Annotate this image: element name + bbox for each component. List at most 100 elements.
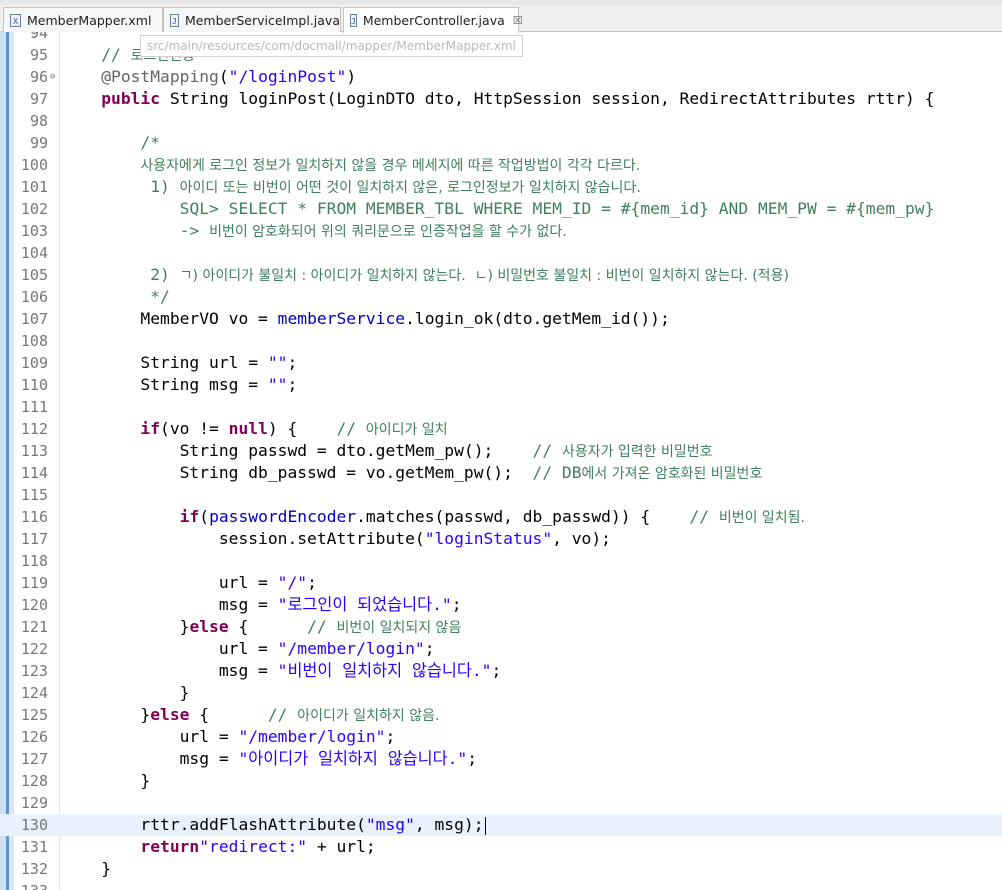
code-line[interactable]: 117 session.setAttribute("loginStatus", … — [0, 528, 1002, 550]
code-text: String url = ""; — [62, 352, 297, 374]
code-line[interactable]: 115 — [0, 484, 1002, 506]
line-number: 107 — [20, 310, 48, 328]
code-token: 2) — [150, 265, 180, 284]
code-token: ; — [424, 639, 435, 658]
code-line[interactable]: 127 msg = "아이디가 일치하지 않습니다."; — [0, 748, 1002, 770]
code-token: } — [62, 617, 190, 636]
code-line[interactable]: 132 } — [0, 858, 1002, 880]
code-line[interactable]: 121 }else { // 비번이 일치되지 않음 — [0, 616, 1002, 638]
code-token: ; — [467, 749, 478, 768]
close-tab-icon[interactable]: ☒ — [513, 14, 523, 27]
code-text: 2) ㄱ) 아이디가 불일치 : 아이디가 일치하지 않는다. ㄴ) 비밀번호 … — [62, 264, 789, 287]
code-line[interactable]: 110 String msg = ""; — [0, 374, 1002, 396]
code-token: memberService — [277, 309, 406, 328]
code-token: } — [62, 705, 151, 724]
code-line[interactable]: 103 -> 비번이 암호화되어 위의 쿼리문으로 인증작업을 할 수가 없다. — [0, 220, 1002, 242]
code-line[interactable]: 129 — [0, 792, 1002, 814]
code-token: } — [62, 859, 112, 878]
fold-toggle-icon[interactable]: ⊖ — [50, 66, 55, 88]
line-number: 94 — [29, 32, 48, 42]
code-line[interactable]: 114 String db_passwd = vo.getMem_pw(); /… — [0, 462, 1002, 484]
code-line[interactable]: 113 String passwd = dto.getMem_pw(); // … — [0, 440, 1002, 462]
code-token: { — [228, 617, 308, 636]
code-token: ㄱ) 아이디가 불일치 : 아이디가 일치하지 않는다. ㄴ) 비밀번호 불일치… — [179, 268, 789, 284]
code-text: MemberVO vo = memberService.login_ok(dto… — [62, 308, 669, 330]
code-token: String url = — [62, 353, 268, 372]
code-token: 에서 가져온 암호화된 비밀번호 — [581, 466, 763, 482]
code-line[interactable]: 124 } — [0, 682, 1002, 704]
code-line[interactable]: 97 public String loginPost(LoginDTO dto,… — [0, 88, 1002, 110]
code-line[interactable]: 131 return"redirect:" + url; — [0, 836, 1002, 858]
code-line[interactable]: 133 — [0, 880, 1002, 890]
tab-membermapper-xml[interactable]: X MemberMapper.xml — [3, 7, 163, 32]
code-token: return — [140, 837, 200, 856]
code-token: */ — [150, 287, 170, 306]
code-text: session.setAttribute("loginStatus", vo); — [62, 528, 611, 550]
code-token: msg = — [62, 661, 278, 680]
code-line[interactable]: 119 url = "/"; — [0, 572, 1002, 594]
code-token: { — [189, 705, 268, 724]
code-line[interactable]: 107 MemberVO vo = memberService.login_ok… — [0, 308, 1002, 330]
code-line[interactable]: 122 url = "/member/login"; — [0, 638, 1002, 660]
code-line[interactable]: 101 1) 아이디 또는 비번이 어떤 것이 일치하지 않은, 로그인정보가 … — [0, 176, 1002, 198]
code-text: String msg = ""; — [62, 374, 297, 396]
line-number: 122 — [20, 640, 48, 658]
code-editor[interactable]: 9495 // 로그인인증96⊖ @PostMapping("/loginPos… — [0, 32, 1002, 890]
code-token: "redirect:" — [199, 837, 308, 856]
code-token: SQL> SELECT * FROM MEMBER_TBL WHERE MEM_… — [179, 199, 935, 218]
code-token: "아이디가 일치하지 않습니다." — [238, 749, 468, 768]
code-line[interactable]: 112 if(vo != null) { // 아이디가 일치 — [0, 418, 1002, 440]
code-line[interactable]: 100 사용자에게 로그인 정보가 일치하지 않을 경우 메세지에 따른 작업방… — [0, 154, 1002, 176]
code-line[interactable]: 96 ⊖ @PostMapping("/loginPost") — [0, 66, 1002, 88]
line-number: 96 — [29, 68, 48, 86]
code-line[interactable]: 128 } — [0, 770, 1002, 792]
tab-membercontroller-java[interactable]: J MemberController.java ☒ — [343, 7, 523, 33]
code-line[interactable]: 123 msg = "비번이 일치하지 않습니다."; — [0, 660, 1002, 682]
code-token: "/member/login" — [238, 727, 386, 746]
code-line[interactable]: 116 if(passwordEncoder.matches(passwd, d… — [0, 506, 1002, 528]
code-line[interactable]: 111 — [0, 396, 1002, 418]
xml-file-icon: X — [10, 13, 21, 27]
code-line[interactable]: 108 — [0, 330, 1002, 352]
line-number: 128 — [20, 772, 48, 790]
code-line[interactable]: 126 url = "/member/login"; — [0, 726, 1002, 748]
line-number: 105 — [20, 266, 48, 284]
code-token: , vo); — [552, 529, 611, 548]
code-token: null — [228, 419, 268, 438]
code-text: SQL> SELECT * FROM MEMBER_TBL WHERE MEM_… — [62, 198, 935, 220]
code-line[interactable]: 130 rttr.addFlashAttribute("msg", msg); — [0, 814, 1002, 836]
code-token: public — [101, 89, 161, 108]
code-line[interactable]: 106 */ — [0, 286, 1002, 308]
code-token: // — [336, 419, 366, 438]
code-line[interactable]: 125 }else { // 아이디가 일치하지 않음. — [0, 704, 1002, 726]
code-token: url = — [62, 727, 239, 746]
code-token: // DB — [532, 463, 582, 482]
code-text: }else { // 아이디가 일치하지 않음. — [62, 704, 439, 727]
tab-memberserviceimpl-java[interactable]: J MemberServiceImpl.java — [163, 7, 341, 32]
code-token: rttr.addFlashAttribute( — [62, 815, 366, 834]
code-token: "loginStatus" — [424, 529, 553, 548]
line-number: 95 — [29, 46, 48, 64]
code-token: // — [689, 507, 719, 526]
code-token: ; — [287, 375, 298, 394]
code-line[interactable]: 98 — [0, 110, 1002, 132]
code-token: // — [307, 617, 337, 636]
code-line[interactable]: 118 — [0, 550, 1002, 572]
code-line[interactable]: 104 — [0, 242, 1002, 264]
code-text: } — [62, 858, 111, 880]
code-token: @PostMapping — [101, 67, 219, 86]
code-text: if(passwordEncoder.matches(passwd, db_pa… — [62, 506, 805, 529]
code-line[interactable]: 99 /* — [0, 132, 1002, 154]
code-line[interactable]: 105 2) ㄱ) 아이디가 불일치 : 아이디가 일치하지 않는다. ㄴ) 비… — [0, 264, 1002, 286]
code-text: String db_passwd = vo.getMem_pw(); // DB… — [62, 462, 763, 485]
line-number: 117 — [20, 530, 48, 548]
line-number: 119 — [20, 574, 48, 592]
code-token: "msg" — [365, 815, 415, 834]
code-line[interactable]: 102 SQL> SELECT * FROM MEMBER_TBL WHERE … — [0, 198, 1002, 220]
line-number: 106 — [20, 288, 48, 306]
code-line[interactable]: 109 String url = ""; — [0, 352, 1002, 374]
code-line[interactable]: 120 msg = "로그인이 되었습니다."; — [0, 594, 1002, 616]
code-text: return"redirect:" + url; — [62, 836, 375, 858]
